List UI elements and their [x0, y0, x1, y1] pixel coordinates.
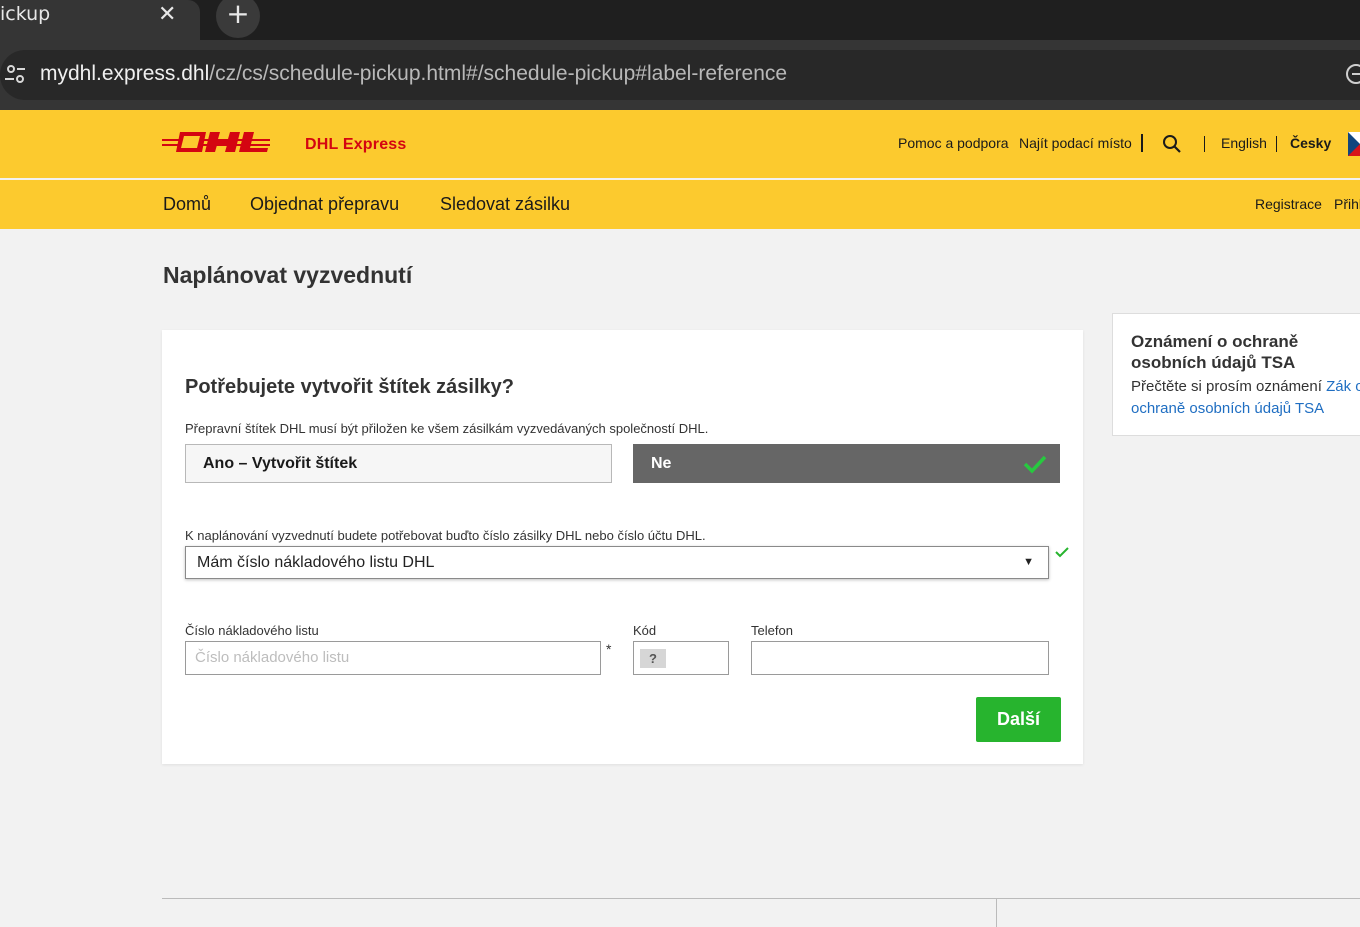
help-icon[interactable]: ?: [640, 649, 666, 668]
page-title: Naplánovat vyzvednutí: [163, 262, 413, 288]
login-link[interactable]: Přihl: [1334, 196, 1360, 212]
yes-label: Ano – Vytvořit štítek: [203, 455, 358, 472]
footer-divider: [162, 898, 1360, 899]
question-title: Potřebujete vytvořit štítek zásilky?: [185, 376, 515, 398]
lang-english[interactable]: English: [1221, 135, 1267, 151]
url-text: mydhl.express.dhl/cz/cs/schedule-pickup.…: [40, 62, 787, 86]
site-settings-icon[interactable]: [0, 62, 30, 88]
create-label-yes-button[interactable]: Ano – Vytvořit štítek: [185, 444, 612, 483]
country-code-input[interactable]: ?: [633, 641, 729, 675]
address-bar: mydhl.express.dhl/cz/cs/schedule-pickup.…: [0, 40, 1360, 110]
register-link[interactable]: Registrace: [1255, 196, 1322, 212]
find-location-link[interactable]: Najít podací místo: [1019, 135, 1132, 151]
divider: [1204, 136, 1205, 152]
zoom-out-icon[interactable]: [1346, 64, 1360, 84]
footer-column-divider: [996, 898, 997, 927]
create-label-no-button[interactable]: Ne: [633, 444, 1060, 483]
waybill-label: Číslo nákladového listu: [185, 623, 319, 638]
checkmark-icon: [1023, 455, 1047, 474]
browser-tab[interactable]: ickup ✕: [0, 0, 200, 40]
waybill-placeholder: Číslo nákladového listu: [195, 649, 350, 666]
identifier-type-select[interactable]: Mám číslo nákladového listu DHL ▼: [185, 546, 1049, 579]
main-nav: Domů Objednat přepravu Sledovat zásilku …: [0, 180, 1360, 229]
site-header: DHL Express Pomoc a podpora Najít podací…: [0, 110, 1360, 178]
phone-label: Telefon: [751, 623, 793, 638]
dropdown-arrow-icon: ▼: [1023, 556, 1034, 568]
brand-name[interactable]: DHL Express: [305, 136, 407, 154]
tab-title: ickup: [0, 3, 51, 25]
nav-home[interactable]: Domů: [163, 194, 211, 215]
close-icon[interactable]: ✕: [158, 2, 176, 27]
url-field[interactable]: mydhl.express.dhl/cz/cs/schedule-pickup.…: [0, 50, 1360, 100]
url-path: /cz/cs/schedule-pickup.html#/schedule-pi…: [209, 62, 788, 85]
notice-title: Oznámení o ochraně osobních údajů TSA: [1131, 332, 1299, 372]
lang-czech[interactable]: Česky: [1290, 135, 1331, 151]
next-button[interactable]: Další: [976, 697, 1061, 742]
browser-tab-bar: ickup ✕ +: [0, 0, 1360, 40]
dhl-logo[interactable]: [162, 130, 270, 156]
search-icon[interactable]: [1162, 134, 1182, 154]
nav-order-shipment[interactable]: Objednat přepravu: [250, 194, 399, 215]
new-tab-icon[interactable]: +: [216, 0, 260, 38]
pickup-form-card: Potřebujete vytvořit štítek zásilky? Pře…: [162, 330, 1083, 764]
phone-input[interactable]: [751, 641, 1049, 675]
question-description: Přepravní štítek DHL musí být přiložen k…: [185, 421, 709, 436]
select-value: Mám číslo nákladového listu DHL: [197, 554, 435, 571]
identifier-select-label: K naplánování vyzvednutí budete potřebov…: [185, 528, 706, 543]
help-link[interactable]: Pomoc a podpora: [898, 135, 1009, 151]
valid-checkmark-icon: [1055, 547, 1069, 558]
code-label: Kód: [633, 623, 657, 638]
notice-body: Přečtěte si prosím oznámení: [1131, 378, 1327, 395]
privacy-notice-panel: Oznámení o ochraně osobních údajů TSA Př…: [1112, 313, 1360, 436]
required-mark: *: [606, 641, 612, 657]
notice-text: Přečtěte si prosím oznámení Zák o ochran…: [1131, 376, 1360, 420]
divider: [1141, 134, 1143, 152]
no-label: Ne: [651, 455, 672, 472]
waybill-input[interactable]: Číslo nákladového listu: [185, 641, 601, 675]
url-host: mydhl.express.dhl: [40, 62, 210, 85]
nav-track-shipment[interactable]: Sledovat zásilku: [440, 194, 570, 215]
czech-flag-icon: [1348, 132, 1360, 156]
divider: [1276, 136, 1277, 152]
